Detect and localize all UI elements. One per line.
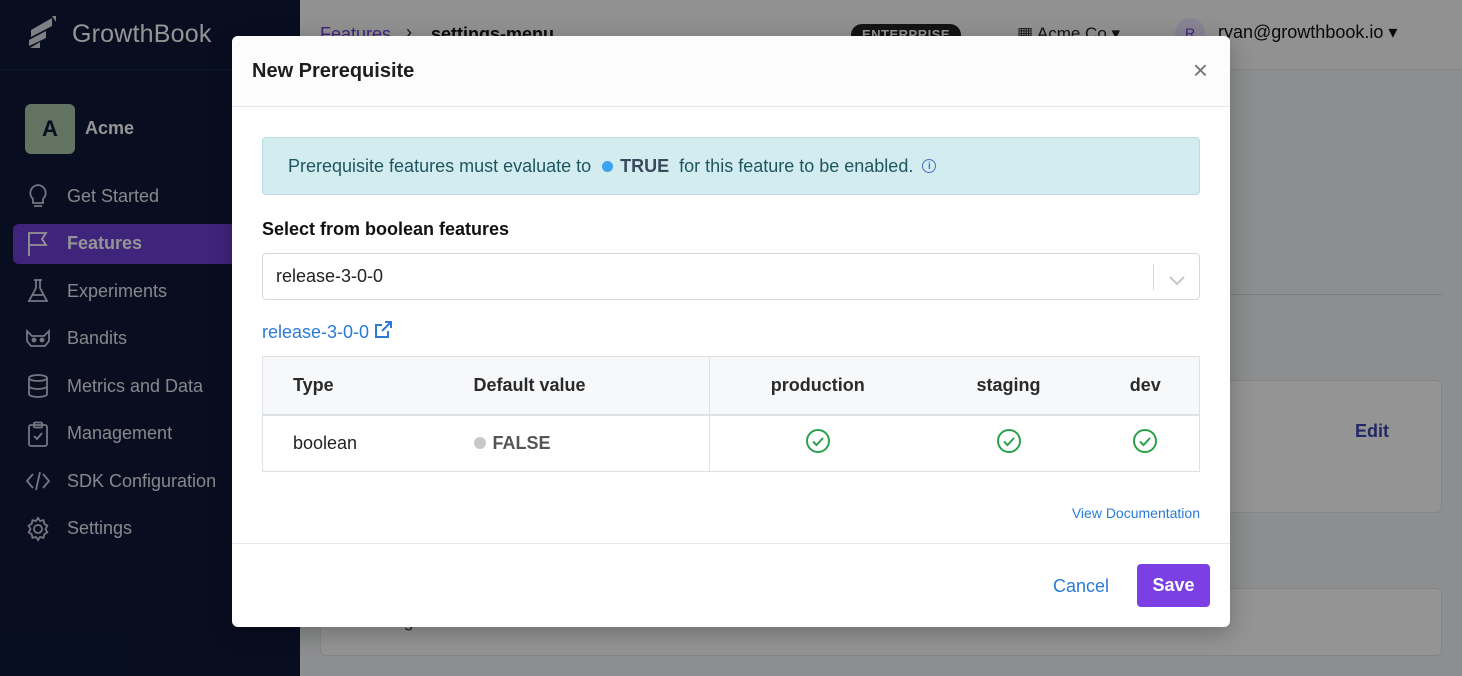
external-link-icon — [369, 321, 392, 344]
header-dev: dev — [1092, 357, 1200, 415]
save-button[interactable]: Save — [1137, 564, 1210, 607]
modal-title: New Prerequisite — [252, 60, 414, 83]
modal-header: New Prerequisite × — [232, 36, 1230, 107]
check-circle-icon — [805, 428, 831, 459]
true-dot-icon — [602, 161, 613, 172]
default-value-label: FALSE — [493, 433, 551, 453]
feature-select[interactable]: release-3-0-0 — [262, 253, 1200, 300]
view-documentation-link[interactable]: View Documentation — [1072, 505, 1200, 521]
cell-default-value: FALSE — [474, 415, 710, 472]
cell-production — [710, 415, 926, 472]
callout-prefix: Prerequisite features must evaluate to — [288, 156, 591, 177]
header-production: production — [710, 357, 926, 415]
cell-dev — [1092, 415, 1200, 472]
info-callout: Prerequisite features must evaluate to T… — [262, 137, 1200, 195]
info-icon[interactable]: i — [922, 159, 936, 173]
close-icon[interactable]: × — [1193, 58, 1208, 82]
feature-link[interactable]: release-3-0-0 — [262, 321, 392, 344]
check-circle-icon — [996, 428, 1022, 459]
callout-value: TRUE — [620, 156, 669, 177]
header-type: Type — [263, 357, 474, 415]
callout-suffix: for this feature to be enabled. — [679, 156, 913, 177]
cell-type: boolean — [263, 415, 474, 472]
cell-staging — [926, 415, 1092, 472]
new-prerequisite-modal: New Prerequisite × Prerequisite features… — [232, 36, 1230, 627]
header-default-value: Default value — [474, 357, 710, 415]
feature-info-table: Type Default value production staging de… — [262, 356, 1200, 472]
check-circle-icon — [1132, 428, 1158, 459]
select-divider — [1153, 264, 1154, 290]
select-value: release-3-0-0 — [276, 266, 383, 287]
table-row: boolean FALSE — [263, 415, 1200, 472]
modal-footer: Cancel Save — [232, 544, 1230, 626]
feature-link-label: release-3-0-0 — [262, 322, 369, 343]
select-label: Select from boolean features — [262, 219, 1200, 240]
cancel-button[interactable]: Cancel — [1053, 576, 1109, 597]
header-staging: staging — [926, 357, 1092, 415]
chevron-down-icon[interactable] — [1169, 270, 1185, 291]
table-header-row: Type Default value production staging de… — [263, 357, 1200, 415]
modal-body: Prerequisite features must evaluate to T… — [232, 107, 1230, 544]
false-dot-icon — [474, 437, 486, 449]
